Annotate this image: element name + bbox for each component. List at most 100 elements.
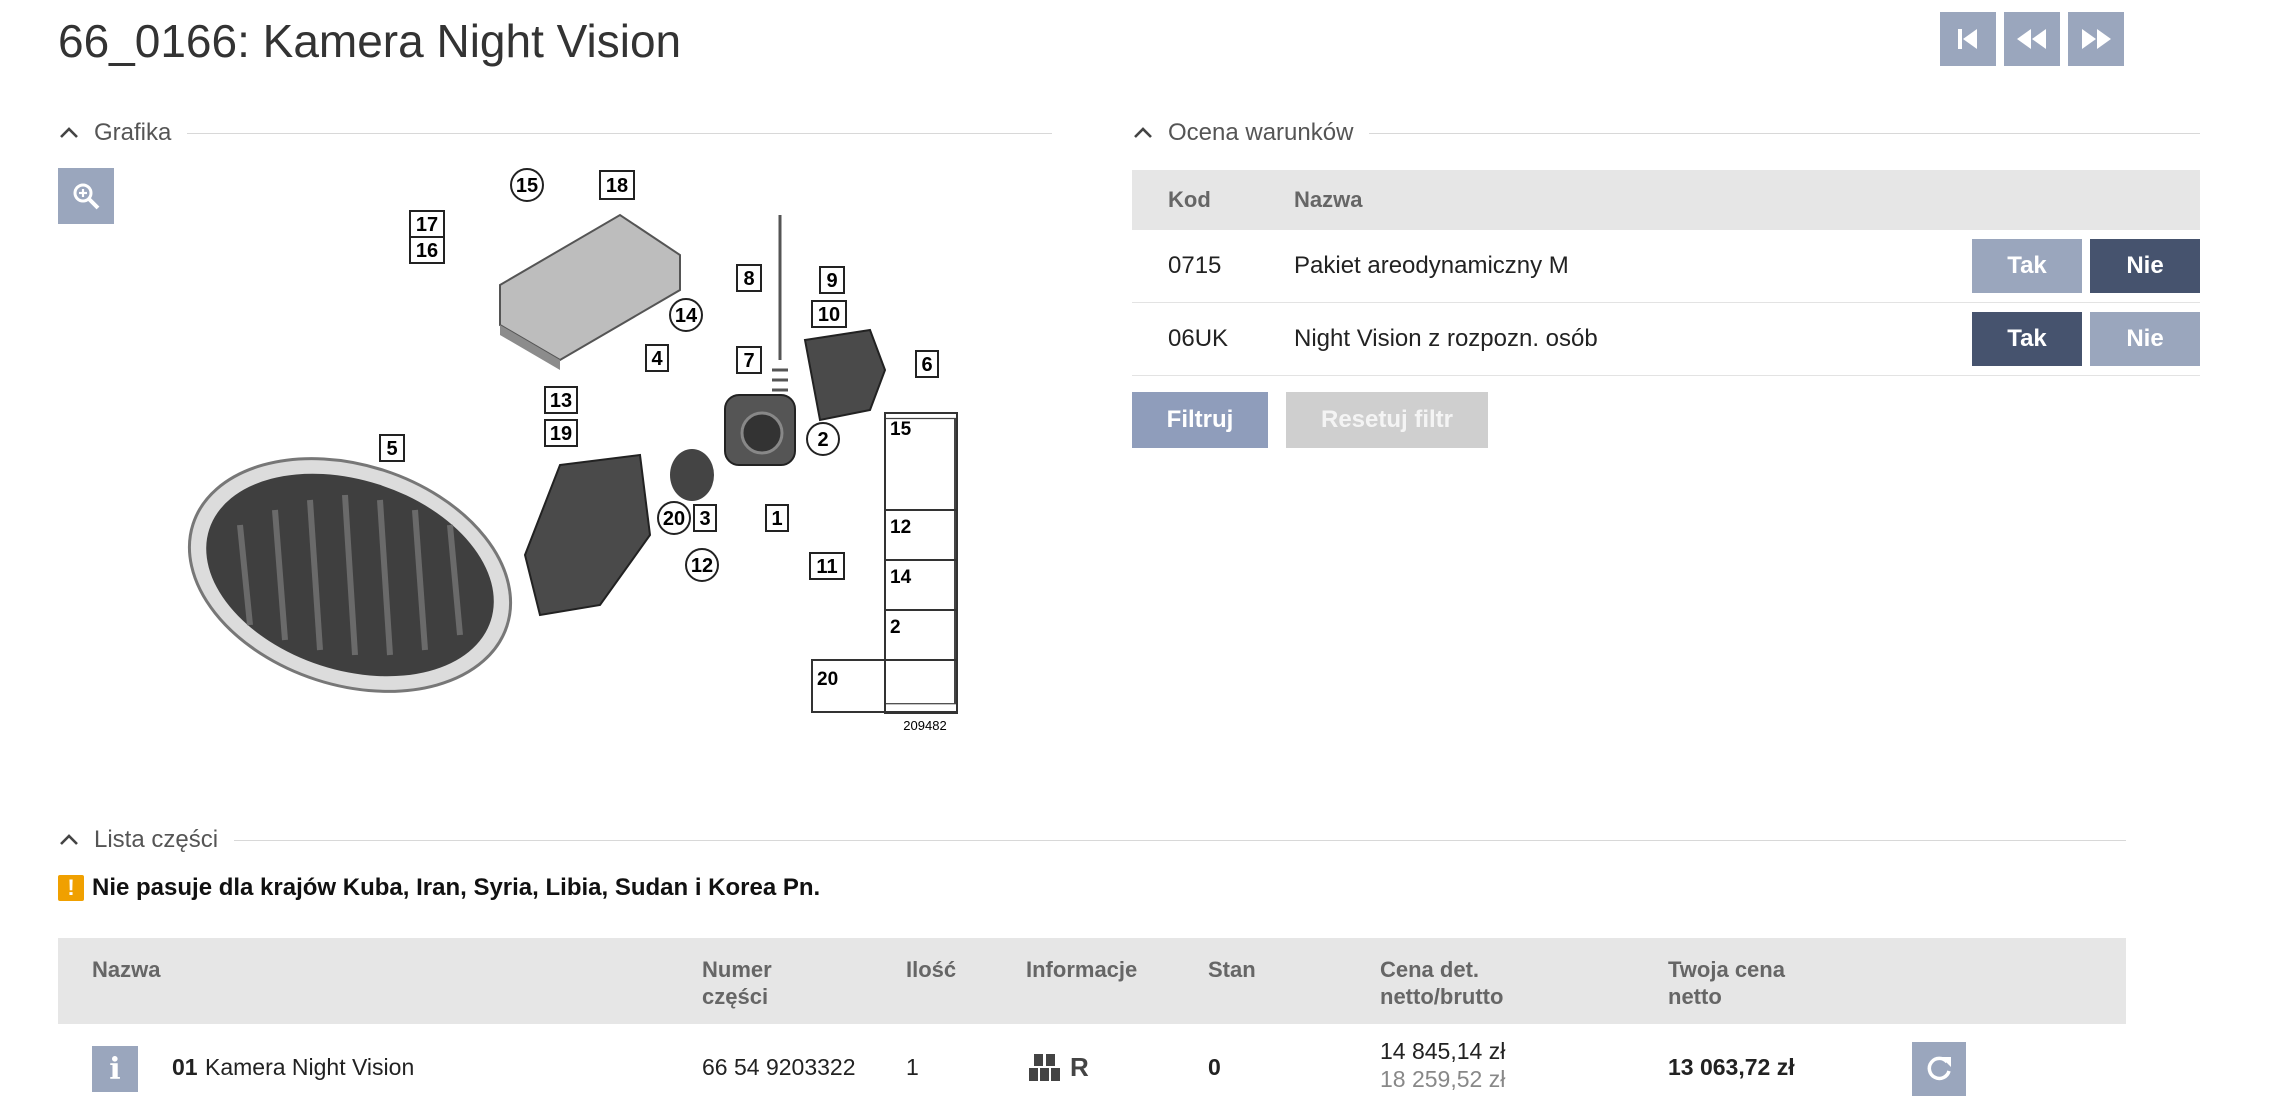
part-info-button[interactable]: i [92,1046,138,1092]
camera-illustration [670,328,887,501]
column-header-part-number: Numer części [702,956,772,1010]
callout-14[interactable]: 14 [669,298,703,332]
stock-boxes-icon [1029,1054,1060,1081]
next-record-button[interactable] [2068,12,2124,66]
filter-button[interactable]: Filtruj [1132,392,1268,448]
callout-19[interactable]: 19 [544,419,578,447]
refresh-button[interactable] [1912,1042,1966,1096]
svg-text:11: 11 [816,556,837,578]
callout-7[interactable]: 7 [736,346,762,374]
conditions-table: Kod Nazwa 0715 Pakiet areodynamiczny M T… [1132,170,2200,376]
record-navigation [1940,12,2124,66]
sidebar-label-2: 2 [890,617,901,638]
callout-1[interactable]: 1 [765,504,789,532]
first-record-button[interactable] [1940,12,1996,66]
next-icon [2082,29,2111,49]
reset-filter-button[interactable]: Resetuj filtr [1286,392,1488,448]
part-name: Kamera Night Vision [205,1054,415,1080]
part-state: 0 [1208,1054,1221,1080]
callout-8[interactable]: 8 [736,264,762,292]
chevron-up-icon [60,127,78,138]
svg-text:9: 9 [826,270,837,292]
condition-name: Pakiet areodynamiczny M [1294,230,1804,303]
svg-text:5: 5 [386,438,397,460]
country-warning: ! Nie pasuje dla krajów Kuba, Iran, Syri… [58,874,820,902]
svg-text:16: 16 [416,240,438,262]
conditions-section-header[interactable]: Ocena warunków [1132,118,2200,148]
callout-9[interactable]: 9 [819,266,845,294]
yes-button[interactable]: Tak [1972,239,2082,293]
column-header-quantity: Ilość [906,957,957,982]
conditions-section-title: Ocena warunków [1168,119,1354,146]
previous-icon [2017,29,2046,49]
sidebar-label-12: 12 [890,517,911,538]
image-number: 209482 [903,718,946,733]
callout-4[interactable]: 4 [645,344,669,372]
header-line: netto [1668,984,1722,1009]
parts-section-header[interactable]: Lista części [58,825,2126,855]
svg-text:15: 15 [516,175,538,197]
svg-text:7: 7 [743,350,754,372]
svg-text:18: 18 [606,175,628,197]
svg-text:3: 3 [699,508,710,530]
callout-17[interactable]: 17 [409,210,445,238]
conditions-table-header: Kod Nazwa [1132,170,2200,230]
callout-12[interactable]: 12 [685,548,719,582]
header-line: Numer [702,957,772,982]
header-line: netto/brutto [1380,984,1504,1009]
warning-text: Nie pasuje dla krajów Kuba, Iran, Syria,… [92,874,821,901]
column-header-your-price: Twoja cena netto [1668,956,1785,1010]
callout-16[interactable]: 16 [409,236,445,264]
svg-text:2: 2 [817,429,828,451]
chevron-up-icon [60,834,78,845]
info-code: R [1070,1052,1089,1082]
header-line: Twoja cena [1668,957,1785,982]
condition-code: 0715 [1132,230,1294,303]
svg-text:20: 20 [663,508,685,530]
callout-13[interactable]: 13 [544,386,578,414]
header-line: Cena det. [1380,957,1480,982]
callout-2[interactable]: 2 [806,422,840,456]
callout-10[interactable]: 10 [811,300,847,328]
table-row: 0715 Pakiet areodynamiczny M Tak Nie [1132,230,2200,303]
callout-3[interactable]: 3 [693,504,717,532]
svg-text:10: 10 [818,304,840,326]
graphics-section-header[interactable]: Grafika [58,118,1052,148]
zoom-button[interactable] [58,168,114,224]
column-header-actions [1803,170,2200,230]
section-divider [187,132,1052,134]
svg-text:13: 13 [550,390,572,412]
callout-6[interactable]: 6 [915,350,939,378]
condition-code: 06UK [1132,302,1294,376]
svg-text:6: 6 [921,354,932,376]
parts-section-title: Lista części [94,826,219,853]
svg-text:8: 8 [743,268,754,290]
no-button[interactable]: Nie [2090,312,2200,366]
svg-text:19: 19 [550,423,572,445]
warning-icon: ! [58,875,84,901]
yes-button[interactable]: Tak [1972,312,2082,366]
callout-20[interactable]: 20 [657,501,691,535]
parts-diagram[interactable]: 15 18 17 16 14 13 19 5 8 9 10 7 4 6 2 1 … [180,155,980,735]
condition-actions: Tak Nie [1803,302,2200,376]
svg-text:12: 12 [691,555,713,577]
svg-text:4: 4 [651,348,663,370]
no-button[interactable]: Nie [2090,239,2200,293]
callout-5[interactable]: 5 [379,434,405,462]
sidebar-label-15: 15 [890,419,912,440]
table-row: 06UK Night Vision z rozpozn. osób Tak Nie [1132,302,2200,376]
callout-11[interactable]: 11 [809,552,845,580]
refresh-icon [1927,1056,1951,1081]
kidney-grille-illustration [187,457,513,693]
previous-record-button[interactable] [2004,12,2060,66]
page-title: 66_0166: Kamera Night Vision [58,15,682,67]
section-divider [234,839,2126,841]
column-header-info: Informacje [1026,957,1138,982]
part-position: 01 [172,1054,198,1080]
section-divider [1369,132,2200,134]
condition-actions: Tak Nie [1803,230,2200,303]
callout-15[interactable]: 15 [510,168,544,202]
first-page-icon [1958,29,1977,49]
callout-18[interactable]: 18 [599,170,635,200]
part-quantity: 1 [906,1054,919,1080]
